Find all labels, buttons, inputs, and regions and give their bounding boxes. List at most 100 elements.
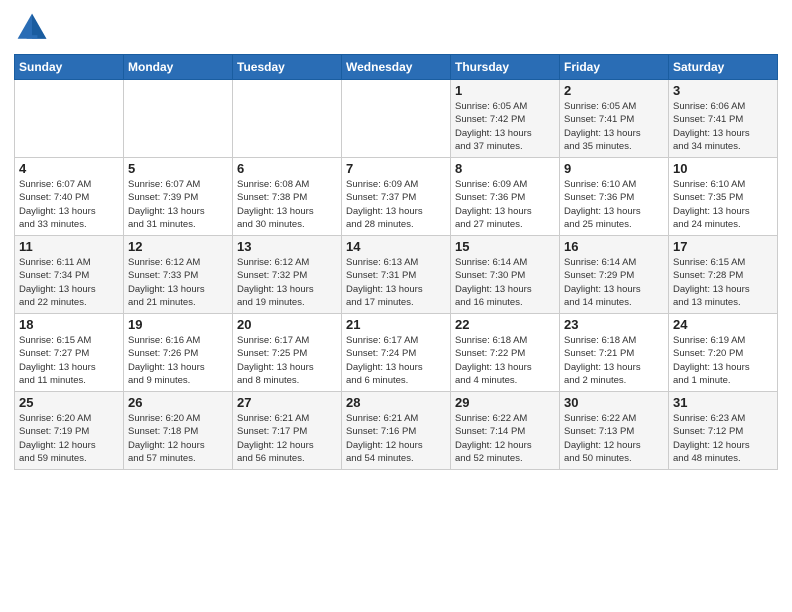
day-number: 26 — [128, 395, 228, 410]
calendar-cell: 22 Sunrise: 6:18 AM Sunset: 7:22 PM Dayli… — [451, 314, 560, 392]
day-number: 13 — [237, 239, 337, 254]
day-info: Sunrise: 6:19 AM Sunset: 7:20 PM Dayligh… — [673, 334, 773, 387]
calendar-cell: 11 Sunrise: 6:11 AM Sunset: 7:34 PM Dayli… — [15, 236, 124, 314]
calendar-cell: 27 Sunrise: 6:21 AM Sunset: 7:17 PM Dayli… — [233, 392, 342, 470]
weekday-header-saturday: Saturday — [669, 55, 778, 80]
day-info: Sunrise: 6:12 AM Sunset: 7:32 PM Dayligh… — [237, 256, 337, 309]
calendar-cell: 15Sunrise: 6:14 AM Sunset: 7:30 PM Dayli… — [451, 236, 560, 314]
calendar-cell: 9 Sunrise: 6:10 AM Sunset: 7:36 PM Daylig… — [560, 158, 669, 236]
weekday-header-wednesday: Wednesday — [342, 55, 451, 80]
day-number: 3 — [673, 83, 773, 98]
day-info: Sunrise: 6:20 AM Sunset: 7:18 PM Dayligh… — [128, 412, 228, 465]
weekday-header-sunday: Sunday — [15, 55, 124, 80]
calendar-cell: 21Sunrise: 6:17 AM Sunset: 7:24 PM Dayli… — [342, 314, 451, 392]
day-number: 25 — [19, 395, 119, 410]
calendar-cell: 28Sunrise: 6:21 AM Sunset: 7:16 PM Dayli… — [342, 392, 451, 470]
calendar-cell: 1 Sunrise: 6:05 AM Sunset: 7:42 PM Daylig… — [451, 80, 560, 158]
day-number: 23 — [564, 317, 664, 332]
day-number: 28 — [346, 395, 446, 410]
calendar-cell: 3 Sunrise: 6:06 AM Sunset: 7:41 PM Daylig… — [669, 80, 778, 158]
day-info: Sunrise: 6:08 AM Sunset: 7:38 PM Dayligh… — [237, 178, 337, 231]
calendar-week-4: 18 Sunrise: 6:15 AM Sunset: 7:27 PM Dayli… — [15, 314, 778, 392]
day-number: 10 — [673, 161, 773, 176]
day-number: 17 — [673, 239, 773, 254]
day-info: Sunrise: 6:21 AM Sunset: 7:17 PM Dayligh… — [237, 412, 337, 465]
calendar-cell: 23 Sunrise: 6:18 AM Sunset: 7:21 PM Dayli… — [560, 314, 669, 392]
day-number: 19 — [128, 317, 228, 332]
day-number: 15 — [455, 239, 555, 254]
day-info: Sunrise: 6:05 AM Sunset: 7:41 PM Dayligh… — [564, 100, 664, 153]
day-number: 11 — [19, 239, 119, 254]
day-number: 31 — [673, 395, 773, 410]
day-number: 7 — [346, 161, 446, 176]
day-number: 12 — [128, 239, 228, 254]
day-info: Sunrise: 6:18 AM Sunset: 7:21 PM Dayligh… — [564, 334, 664, 387]
calendar-cell: 20 Sunrise: 6:17 AM Sunset: 7:25 PM Dayli… — [233, 314, 342, 392]
day-info: Sunrise: 6:10 AM Sunset: 7:36 PM Dayligh… — [564, 178, 664, 231]
day-number: 4 — [19, 161, 119, 176]
calendar-cell: 18 Sunrise: 6:15 AM Sunset: 7:27 PM Dayli… — [15, 314, 124, 392]
page-container: SundayMondayTuesdayWednesdayThursdayFrid… — [0, 0, 792, 612]
day-info: Sunrise: 6:20 AM Sunset: 7:19 PM Dayligh… — [19, 412, 119, 465]
weekday-row: SundayMondayTuesdayWednesdayThursdayFrid… — [15, 55, 778, 80]
day-info: Sunrise: 6:09 AM Sunset: 7:37 PM Dayligh… — [346, 178, 446, 231]
calendar-cell: 17Sunrise: 6:15 AM Sunset: 7:28 PM Dayli… — [669, 236, 778, 314]
day-info: Sunrise: 6:06 AM Sunset: 7:41 PM Dayligh… — [673, 100, 773, 153]
day-info: Sunrise: 6:15 AM Sunset: 7:27 PM Dayligh… — [19, 334, 119, 387]
calendar-cell — [124, 80, 233, 158]
day-number: 1 — [455, 83, 555, 98]
logo-icon — [14, 10, 50, 46]
day-number: 21 — [346, 317, 446, 332]
day-info: Sunrise: 6:05 AM Sunset: 7:42 PM Dayligh… — [455, 100, 555, 153]
day-number: 27 — [237, 395, 337, 410]
day-number: 9 — [564, 161, 664, 176]
day-info: Sunrise: 6:13 AM Sunset: 7:31 PM Dayligh… — [346, 256, 446, 309]
calendar-cell: 7 Sunrise: 6:09 AM Sunset: 7:37 PM Daylig… — [342, 158, 451, 236]
calendar-cell: 5 Sunrise: 6:07 AM Sunset: 7:39 PM Daylig… — [124, 158, 233, 236]
calendar-week-1: 1 Sunrise: 6:05 AM Sunset: 7:42 PM Daylig… — [15, 80, 778, 158]
calendar-table: SundayMondayTuesdayWednesdayThursdayFrid… — [14, 54, 778, 470]
header — [14, 10, 778, 46]
weekday-header-tuesday: Tuesday — [233, 55, 342, 80]
day-number: 22 — [455, 317, 555, 332]
calendar-cell: 6 Sunrise: 6:08 AM Sunset: 7:38 PM Daylig… — [233, 158, 342, 236]
day-info: Sunrise: 6:17 AM Sunset: 7:25 PM Dayligh… — [237, 334, 337, 387]
day-info: Sunrise: 6:12 AM Sunset: 7:33 PM Dayligh… — [128, 256, 228, 309]
day-number: 6 — [237, 161, 337, 176]
day-number: 20 — [237, 317, 337, 332]
calendar-cell: 24Sunrise: 6:19 AM Sunset: 7:20 PM Dayli… — [669, 314, 778, 392]
calendar-cell — [15, 80, 124, 158]
day-info: Sunrise: 6:09 AM Sunset: 7:36 PM Dayligh… — [455, 178, 555, 231]
day-number: 29 — [455, 395, 555, 410]
day-number: 5 — [128, 161, 228, 176]
day-info: Sunrise: 6:22 AM Sunset: 7:13 PM Dayligh… — [564, 412, 664, 465]
day-info: Sunrise: 6:07 AM Sunset: 7:39 PM Dayligh… — [128, 178, 228, 231]
day-info: Sunrise: 6:14 AM Sunset: 7:29 PM Dayligh… — [564, 256, 664, 309]
day-info: Sunrise: 6:11 AM Sunset: 7:34 PM Dayligh… — [19, 256, 119, 309]
calendar-cell: 19 Sunrise: 6:16 AM Sunset: 7:26 PM Dayli… — [124, 314, 233, 392]
calendar-cell: 14Sunrise: 6:13 AM Sunset: 7:31 PM Dayli… — [342, 236, 451, 314]
day-info: Sunrise: 6:07 AM Sunset: 7:40 PM Dayligh… — [19, 178, 119, 231]
weekday-header-thursday: Thursday — [451, 55, 560, 80]
day-info: Sunrise: 6:16 AM Sunset: 7:26 PM Dayligh… — [128, 334, 228, 387]
calendar-cell: 10 Sunrise: 6:10 AM Sunset: 7:35 PM Dayli… — [669, 158, 778, 236]
weekday-header-friday: Friday — [560, 55, 669, 80]
day-number: 18 — [19, 317, 119, 332]
day-number: 30 — [564, 395, 664, 410]
day-info: Sunrise: 6:18 AM Sunset: 7:22 PM Dayligh… — [455, 334, 555, 387]
calendar-cell: 30 Sunrise: 6:22 AM Sunset: 7:13 PM Dayli… — [560, 392, 669, 470]
day-info: Sunrise: 6:10 AM Sunset: 7:35 PM Dayligh… — [673, 178, 773, 231]
calendar-week-3: 11 Sunrise: 6:11 AM Sunset: 7:34 PM Dayli… — [15, 236, 778, 314]
logo — [14, 10, 54, 46]
calendar-cell: 16Sunrise: 6:14 AM Sunset: 7:29 PM Dayli… — [560, 236, 669, 314]
calendar-cell: 13 Sunrise: 6:12 AM Sunset: 7:32 PM Dayli… — [233, 236, 342, 314]
calendar-body: 1 Sunrise: 6:05 AM Sunset: 7:42 PM Daylig… — [15, 80, 778, 470]
day-number: 2 — [564, 83, 664, 98]
calendar-cell — [233, 80, 342, 158]
calendar-week-5: 25 Sunrise: 6:20 AM Sunset: 7:19 PM Dayli… — [15, 392, 778, 470]
calendar-cell: 29 Sunrise: 6:22 AM Sunset: 7:14 PM Dayli… — [451, 392, 560, 470]
calendar-cell: 31 Sunrise: 6:23 AM Sunset: 7:12 PM Dayli… — [669, 392, 778, 470]
calendar-cell: 4 Sunrise: 6:07 AM Sunset: 7:40 PM Daylig… — [15, 158, 124, 236]
day-info: Sunrise: 6:23 AM Sunset: 7:12 PM Dayligh… — [673, 412, 773, 465]
day-info: Sunrise: 6:22 AM Sunset: 7:14 PM Dayligh… — [455, 412, 555, 465]
